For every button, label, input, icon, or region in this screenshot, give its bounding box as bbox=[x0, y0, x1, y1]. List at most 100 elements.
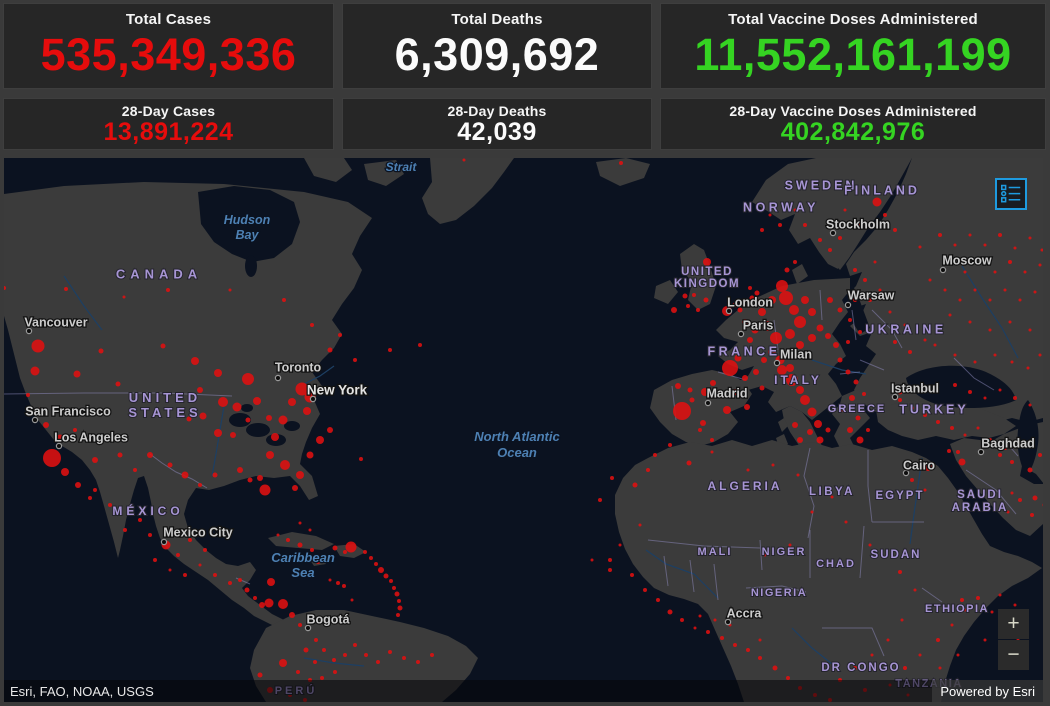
case-dot bbox=[744, 404, 750, 410]
case-dot bbox=[778, 223, 782, 227]
great-lake5 bbox=[241, 404, 253, 412]
total-cases-title: Total Cases bbox=[126, 11, 211, 28]
case-dot bbox=[1028, 468, 1033, 473]
case-dot bbox=[849, 395, 855, 401]
case-dot bbox=[310, 323, 314, 327]
case-dot bbox=[704, 298, 709, 303]
case-dot bbox=[686, 304, 690, 308]
case-dot bbox=[675, 383, 681, 389]
case-dot bbox=[418, 343, 422, 347]
city-marker bbox=[845, 302, 850, 307]
case-dot bbox=[853, 268, 857, 272]
case-dot bbox=[328, 348, 333, 353]
city-label: Paris bbox=[743, 318, 774, 332]
case-dot bbox=[228, 581, 232, 585]
map-canvas[interactable]: VancouverTorontoNew YorkSan FranciscoLos… bbox=[4, 158, 1043, 702]
case-dot bbox=[1009, 321, 1012, 324]
country-label: ITALY bbox=[774, 373, 822, 387]
case-dot bbox=[746, 648, 750, 652]
case-dot bbox=[1013, 396, 1017, 400]
case-dot bbox=[998, 233, 1002, 237]
case-dot bbox=[760, 228, 764, 232]
case-dot bbox=[388, 348, 392, 352]
case-dot bbox=[298, 543, 303, 548]
case-dot bbox=[938, 233, 942, 237]
city-label: Moscow bbox=[942, 253, 992, 267]
case-dot bbox=[280, 460, 290, 470]
case-dot bbox=[808, 308, 816, 316]
case-dot bbox=[901, 619, 904, 622]
case-dot bbox=[246, 418, 251, 423]
case-dot bbox=[959, 459, 966, 466]
case-dot bbox=[1019, 299, 1022, 302]
total-vaccine-panel: Total Vaccine Doses Administered 11,552,… bbox=[660, 3, 1046, 89]
case-dot bbox=[710, 380, 716, 386]
case-dot bbox=[698, 428, 702, 432]
case-dot bbox=[833, 342, 839, 348]
case-dot bbox=[722, 360, 738, 376]
case-dot bbox=[847, 427, 853, 433]
case-dot bbox=[786, 364, 794, 372]
case-dot bbox=[271, 433, 279, 441]
powered-by-esri[interactable]: Powered by Esri bbox=[932, 680, 1043, 702]
case-dot bbox=[696, 308, 700, 312]
case-dot bbox=[869, 544, 872, 547]
case-dot bbox=[32, 340, 45, 353]
case-dot bbox=[639, 524, 642, 527]
case-dot bbox=[854, 380, 859, 385]
case-dot bbox=[313, 660, 317, 664]
case-dot bbox=[692, 293, 696, 297]
water-label: CaribbeanSea bbox=[271, 550, 335, 580]
country-label: NIGERIA bbox=[751, 587, 807, 599]
case-dot bbox=[999, 594, 1002, 597]
case-dot bbox=[984, 397, 987, 400]
case-dot bbox=[792, 422, 798, 428]
case-dot bbox=[653, 453, 657, 457]
case-dot bbox=[402, 656, 406, 660]
city-marker bbox=[940, 267, 945, 272]
city-label: Accra bbox=[727, 606, 763, 620]
case-dot bbox=[779, 291, 793, 305]
case-dot bbox=[1029, 329, 1032, 332]
zoom-out-button[interactable]: − bbox=[998, 640, 1029, 670]
case-dot bbox=[230, 432, 236, 438]
case-dot bbox=[61, 468, 69, 476]
case-dot bbox=[947, 449, 951, 453]
case-dot bbox=[316, 436, 324, 444]
case-dot bbox=[994, 354, 997, 357]
case-dot bbox=[1014, 247, 1017, 250]
zoom-in-button[interactable]: + bbox=[998, 609, 1029, 639]
case-dot bbox=[817, 325, 824, 332]
case-dot bbox=[229, 289, 232, 292]
city-label: Baghdad bbox=[981, 436, 1034, 450]
case-dot bbox=[351, 599, 354, 602]
country-label: TURKEY bbox=[899, 402, 968, 416]
case-dot bbox=[919, 246, 922, 249]
case-dot bbox=[968, 390, 972, 394]
country-label: GREECE bbox=[828, 403, 886, 415]
case-dot bbox=[1039, 354, 1042, 357]
legend-button[interactable] bbox=[995, 178, 1027, 210]
city-label: London bbox=[727, 295, 773, 309]
case-dot bbox=[914, 589, 917, 592]
case-dot bbox=[233, 403, 242, 412]
case-dot bbox=[74, 371, 81, 378]
land-greenland bbox=[422, 158, 514, 224]
case-dot bbox=[785, 329, 795, 339]
case-dot bbox=[668, 610, 673, 615]
case-dot bbox=[863, 278, 867, 282]
case-dot bbox=[591, 559, 594, 562]
28day-deaths-value: 42,039 bbox=[457, 119, 536, 145]
country-label: NIGER bbox=[762, 546, 807, 558]
case-dot bbox=[630, 573, 634, 577]
case-dot bbox=[343, 653, 347, 657]
case-dot bbox=[723, 406, 731, 414]
world-map[interactable]: VancouverTorontoNew YorkSan FranciscoLos… bbox=[4, 158, 1043, 702]
case-dot bbox=[279, 416, 288, 425]
case-dot bbox=[398, 606, 403, 611]
case-dot bbox=[259, 602, 265, 608]
case-dot bbox=[656, 598, 660, 602]
city-label: Milan bbox=[780, 347, 812, 361]
case-dot bbox=[309, 529, 312, 532]
case-dot bbox=[343, 550, 347, 554]
